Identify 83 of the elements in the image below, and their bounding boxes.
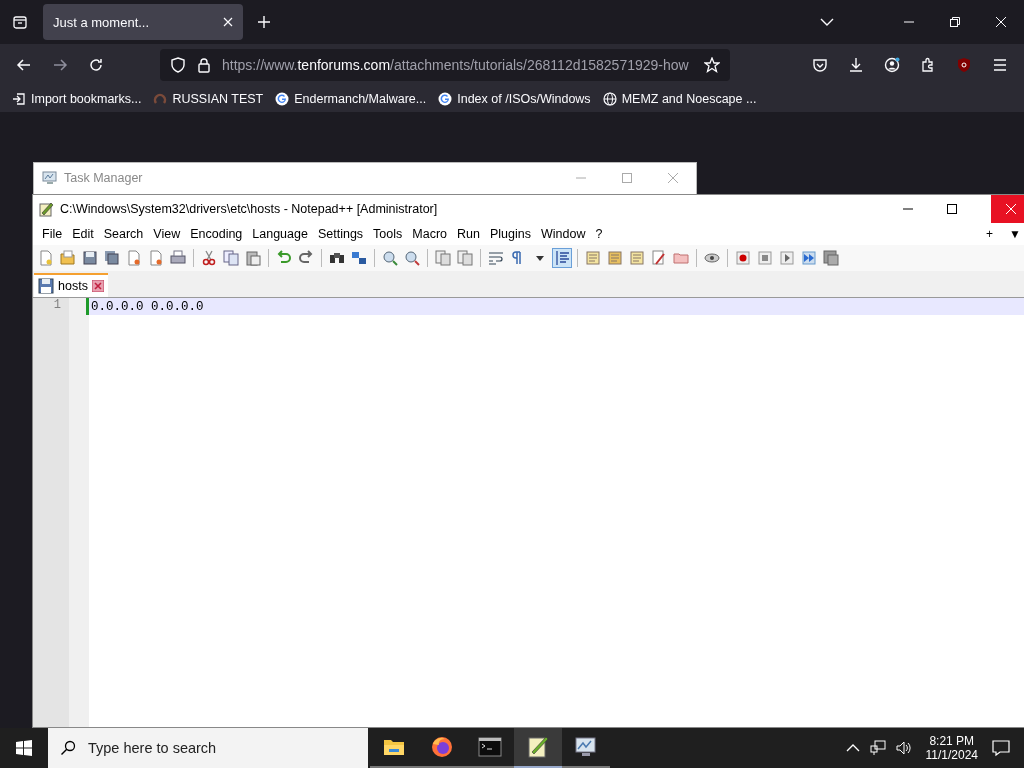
restore-icon[interactable] [950,17,960,27]
indent-guide-icon[interactable] [553,249,571,267]
bookmark-item[interactable]: MEMZ and Noescape ... [602,92,757,106]
word-wrap-icon[interactable] [487,249,505,267]
tab-title: Just a moment... [53,14,150,30]
scissors-icon[interactable] [200,249,218,267]
windows-start-icon[interactable] [16,740,32,756]
window-title: C:\Windows\System32\drivers\etc\hosts - Notepad++ [Administrator] [60,202,438,216]
bookmark-item[interactable]: Import bookmarks... [12,92,142,106]
search-field[interactable]: Type here to search [86,739,350,757]
menu-item[interactable]: Window [535,227,591,241]
monitor-icon [574,735,598,759]
menu-item[interactable]: View [148,227,186,241]
menu-item[interactable]: Search [98,227,149,241]
notepad-icon [38,201,54,217]
save-icon [38,278,54,294]
menu-item[interactable]: Run [452,227,485,241]
paste-icon[interactable] [244,249,262,267]
stop-icon[interactable] [756,249,774,267]
puzzle-icon[interactable] [920,57,936,73]
browser-icon [430,735,454,759]
close-icon[interactable] [91,280,104,292]
account-icon[interactable] [884,57,900,73]
menu-item[interactable]: ? [590,227,608,241]
shield-badge-icon[interactable] [956,57,972,73]
save-all-icon[interactable] [103,249,121,267]
printer-icon[interactable] [169,249,187,267]
address-bar[interactable]: https://www.tenforums.com/attachments/tutorials/268112d1582571929-how [160,49,730,81]
lock-icon[interactable] [196,57,212,73]
close-file-icon[interactable] [125,249,143,267]
menu-item[interactable]: Language [247,227,313,241]
new-tab-icon[interactable] [257,15,271,29]
play-icon[interactable] [778,249,796,267]
window-title: Task Manager [64,171,143,185]
reload-icon[interactable] [88,57,104,73]
network-icon[interactable] [869,740,886,756]
download-icon[interactable] [848,57,864,73]
menu-item[interactable]: Edit [67,227,99,241]
terminal-icon [478,735,502,759]
notification-icon[interactable] [992,739,1010,757]
close-button[interactable] [991,195,1024,223]
tab-list-icon[interactable] [12,14,28,30]
maximize-icon[interactable] [947,204,957,214]
line-number: 1 [52,298,62,314]
search-bar[interactable]: Type here to search [48,728,368,768]
star-icon[interactable] [704,57,720,73]
bookmark-item[interactable]: Index of /ISOs/Windows [438,92,591,106]
clock-date[interactable]: 11/1/2024 [925,748,978,762]
zoom-out-icon[interactable] [403,249,421,267]
search-icon [60,740,76,756]
bookmark-item[interactable]: Endermanch/Malware... [275,92,427,106]
copy-icon[interactable] [222,249,240,267]
notepad-icon [526,735,550,759]
url-text: https://www.tenforums.com/attachments/tutorials/268112d1582571929-how [222,57,690,73]
monitor-icon [42,170,58,186]
back-icon[interactable] [16,57,32,73]
menu-item[interactable]: Plugins [484,227,536,241]
clock-time[interactable]: 8:21 PM [929,734,975,748]
close-all-icon[interactable] [147,249,165,267]
zoom-in-icon[interactable] [381,249,399,267]
menu-icon[interactable] [992,57,1008,73]
taskbar-app[interactable] [514,728,562,768]
menu-item[interactable]: ▼ [1003,227,1024,241]
menu-item[interactable]: Tools [368,227,408,241]
menu-item[interactable]: Encoding [185,227,248,241]
record-icon[interactable] [734,249,752,267]
bookmark-item[interactable]: RUSSIAN TEST [153,92,264,106]
browser-tab[interactable]: Just a moment... [43,4,243,40]
speaker-icon[interactable] [895,740,912,756]
fast-forward-icon[interactable] [800,249,818,267]
close-icon [1006,204,1016,214]
forward-icon[interactable] [52,57,68,73]
open-folder-icon[interactable] [59,249,77,267]
menu-item[interactable]: + [980,227,1004,241]
shield-icon[interactable] [170,57,186,73]
save-icon[interactable] [81,249,99,267]
document-tab[interactable]: hosts [34,273,108,297]
pocket-icon[interactable] [812,57,828,73]
menu-item[interactable]: Macro [407,227,453,241]
import-icon [12,92,26,106]
menu-item[interactable]: Settings [312,227,369,241]
menu-item[interactable]: File [37,227,68,241]
globe-icon [602,92,617,106]
